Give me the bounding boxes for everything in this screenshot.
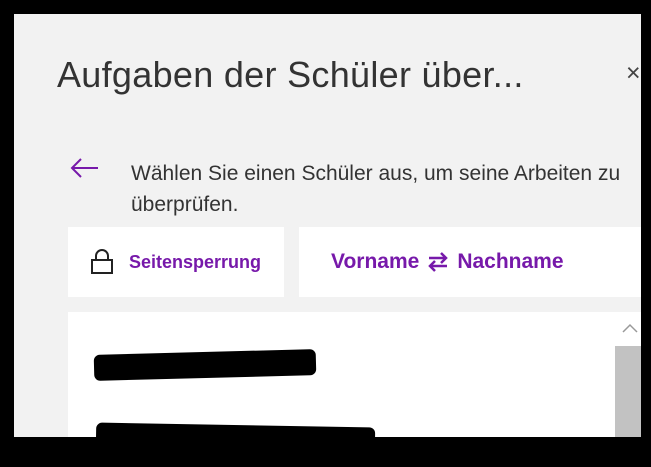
sort-name-toggle-button[interactable]: Vorname Nachname: [299, 227, 641, 297]
list-item[interactable]: [95, 422, 376, 437]
student-list[interactable]: [68, 312, 641, 437]
student-assignments-panel: Aufgaben der Schüler über... × Wählen Si…: [14, 14, 641, 437]
sort-first-label: Vorname: [331, 250, 420, 273]
sort-label: Vorname Nachname: [331, 250, 564, 274]
chevron-up-icon[interactable]: [619, 320, 641, 336]
panel-title: Aufgaben der Schüler über...: [57, 54, 524, 95]
page-lock-button[interactable]: Seitensperrung: [68, 227, 284, 297]
screenshot-frame: Aufgaben der Schüler über... × Wählen Si…: [0, 0, 651, 467]
sort-second-label: Nachname: [457, 250, 564, 273]
scrollbar-thumb[interactable]: [615, 346, 641, 437]
arrow-left-icon[interactable]: [70, 157, 100, 179]
close-button[interactable]: ×: [626, 61, 641, 86]
instruction-text: Wählen Sie einen Schüler aus, um seine A…: [131, 162, 621, 216]
swap-icon: [428, 252, 449, 272]
lock-icon: [91, 249, 113, 274]
page-lock-label: Seitensperrung: [129, 251, 262, 272]
list-item[interactable]: [93, 349, 317, 381]
